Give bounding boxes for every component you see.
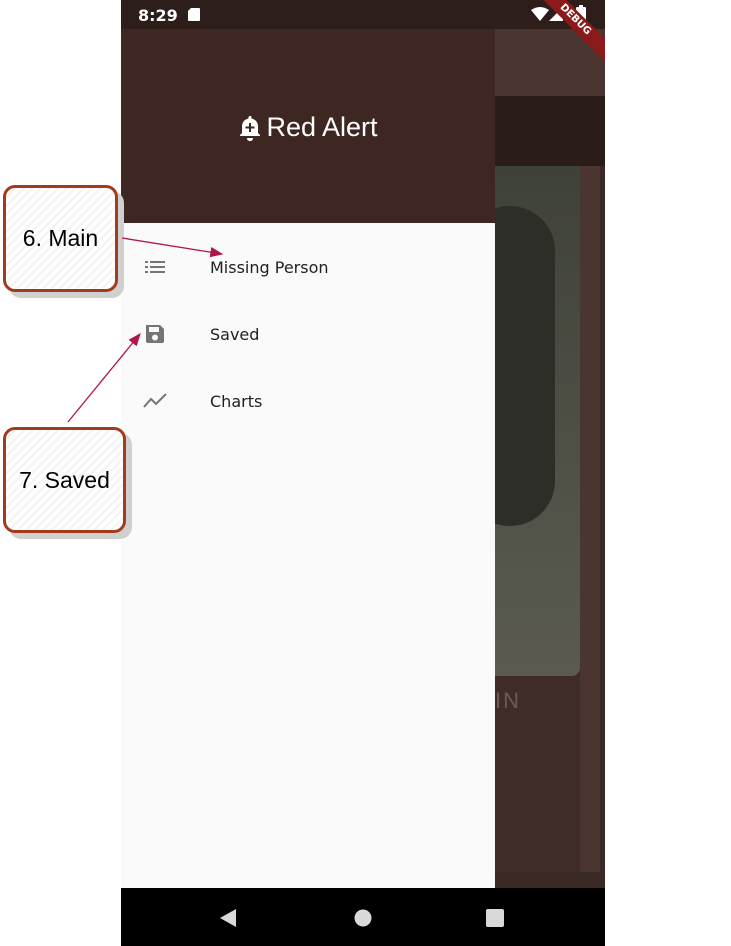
status-bar: 8:29 xyxy=(121,0,605,29)
system-nav-bar xyxy=(121,888,605,946)
navigation-drawer: Red Alert Missing Person Saved Charts xyxy=(121,0,495,888)
alert-bell-icon xyxy=(240,115,261,141)
back-icon[interactable] xyxy=(219,908,237,928)
callout-label: 6. Main xyxy=(22,225,99,251)
drawer-item-charts[interactable]: Charts xyxy=(121,373,495,429)
drawer-header: Red Alert xyxy=(121,0,495,223)
recent-apps-icon[interactable] xyxy=(486,909,504,927)
background-dropdown[interactable] xyxy=(495,96,605,166)
list-icon xyxy=(145,261,165,273)
drawer-item-label: Charts xyxy=(210,391,263,411)
home-icon[interactable] xyxy=(354,909,372,927)
callout-main: 6. Main xyxy=(3,185,118,292)
callout-saved: 7. Saved xyxy=(3,427,126,533)
background-photo xyxy=(465,166,580,676)
drawer-item-label: Saved xyxy=(210,324,260,344)
app-title: Red Alert xyxy=(266,112,378,142)
background-card-edge xyxy=(580,166,600,872)
trending-icon xyxy=(143,393,167,408)
save-icon xyxy=(146,325,164,343)
drawer-item-label: Missing Person xyxy=(210,257,329,277)
wifi-icon xyxy=(531,7,549,21)
status-time: 8:29 xyxy=(138,6,178,25)
drawer-item-missing-person[interactable]: Missing Person xyxy=(121,239,495,295)
sd-card-icon xyxy=(188,8,200,21)
callout-label: 7. Saved xyxy=(19,466,110,493)
drawer-title: Red Alert xyxy=(121,112,495,143)
background-name-text: IN xyxy=(495,688,521,713)
drawer-item-saved[interactable]: Saved xyxy=(121,306,495,362)
phone-screen: IN 8:29 DEBUG Red Alert Missing Person S… xyxy=(121,0,605,946)
